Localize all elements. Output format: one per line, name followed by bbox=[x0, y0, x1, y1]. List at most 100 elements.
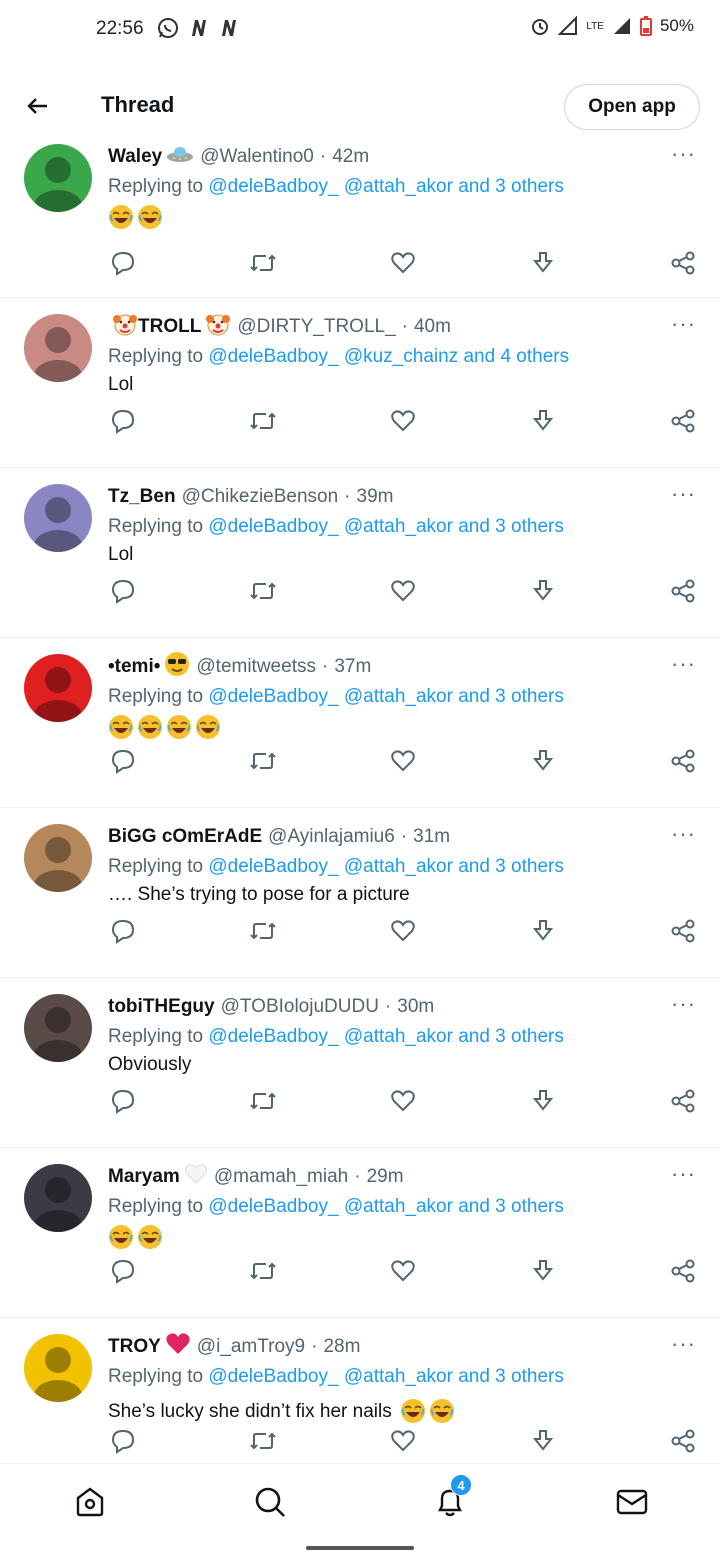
mention-link[interactable]: @deleBadboy_ bbox=[208, 516, 338, 537]
user-handle[interactable]: @DIRTY_TROLL_ bbox=[237, 316, 395, 338]
like-icon[interactable] bbox=[388, 576, 418, 606]
others-link[interactable]: and 3 others bbox=[458, 1366, 564, 1387]
reply-icon[interactable] bbox=[108, 406, 138, 436]
more-options-icon[interactable]: ··· bbox=[671, 823, 696, 845]
user-handle[interactable]: @temitweetss bbox=[196, 656, 316, 678]
retweet-icon[interactable] bbox=[248, 746, 278, 776]
others-link[interactable]: and 3 others bbox=[458, 856, 564, 877]
reply-icon[interactable] bbox=[108, 916, 138, 946]
download-icon[interactable] bbox=[528, 406, 558, 436]
retweet-icon[interactable] bbox=[248, 1256, 278, 1286]
avatar[interactable] bbox=[24, 314, 92, 382]
mention-link[interactable]: @deleBadboy_ bbox=[208, 176, 338, 197]
avatar[interactable] bbox=[24, 144, 92, 212]
mention-link[interactable]: @deleBadboy_ bbox=[208, 856, 338, 877]
display-name[interactable]: TROY bbox=[108, 1336, 161, 1358]
like-icon[interactable] bbox=[388, 248, 418, 278]
share-icon[interactable] bbox=[668, 576, 698, 606]
more-options-icon[interactable]: ··· bbox=[671, 993, 696, 1015]
back-arrow-icon[interactable] bbox=[18, 86, 58, 126]
others-link[interactable]: and 3 others bbox=[458, 516, 564, 537]
display-name[interactable]: TROLL bbox=[138, 316, 201, 338]
gesture-navigation-bar[interactable] bbox=[306, 1546, 414, 1550]
share-icon[interactable] bbox=[668, 916, 698, 946]
share-icon[interactable] bbox=[668, 248, 698, 278]
display-name[interactable]: tobiTHEguy bbox=[108, 996, 215, 1018]
avatar[interactable] bbox=[24, 994, 92, 1062]
like-icon[interactable] bbox=[388, 406, 418, 436]
user-handle[interactable]: @TOBIolojuDUDU bbox=[221, 996, 379, 1018]
tweet-reply[interactable]: Tz_Ben @ChikezieBenson · 39m ··· Replying to … bbox=[0, 468, 720, 638]
reply-icon[interactable] bbox=[108, 576, 138, 606]
user-handle[interactable]: @ChikezieBenson bbox=[182, 486, 339, 508]
retweet-icon[interactable] bbox=[248, 1086, 278, 1116]
download-icon[interactable] bbox=[528, 576, 558, 606]
notifications-icon[interactable]: 4 bbox=[430, 1474, 472, 1522]
like-icon[interactable] bbox=[388, 1086, 418, 1116]
download-icon[interactable] bbox=[528, 1086, 558, 1116]
reply-icon[interactable] bbox=[108, 1086, 138, 1116]
tweet-reply[interactable]: tobiTHEguy @TOBIolojuDUDU · 30m ··· Replying … bbox=[0, 978, 720, 1148]
mention-link[interactable]: @deleBadboy_ bbox=[208, 686, 338, 707]
open-app-button[interactable]: Open app bbox=[564, 84, 700, 130]
like-icon[interactable] bbox=[388, 1256, 418, 1286]
more-options-icon[interactable]: ··· bbox=[671, 143, 696, 165]
download-icon[interactable] bbox=[528, 916, 558, 946]
more-options-icon[interactable]: ··· bbox=[671, 313, 696, 335]
home-icon[interactable] bbox=[70, 1482, 110, 1522]
share-icon[interactable] bbox=[668, 1256, 698, 1286]
share-icon[interactable] bbox=[668, 746, 698, 776]
mention-link[interactable]: @attah_akor bbox=[344, 176, 453, 197]
share-icon[interactable] bbox=[668, 1086, 698, 1116]
download-icon[interactable] bbox=[528, 746, 558, 776]
tweet-reply[interactable]: TROY @i_amTroy9 · 28m ··· Replying to @deleBa… bbox=[0, 1318, 720, 1463]
retweet-icon[interactable] bbox=[248, 1426, 278, 1456]
more-options-icon[interactable]: ··· bbox=[671, 653, 696, 675]
download-icon[interactable] bbox=[528, 248, 558, 278]
user-handle[interactable]: @mamah_miah bbox=[214, 1166, 348, 1188]
display-name[interactable]: BiGG cOmErAdE bbox=[108, 826, 262, 848]
avatar[interactable] bbox=[24, 654, 92, 722]
tweet-reply[interactable]: •temi• @temitweetss · 37m ··· Replying to @de… bbox=[0, 638, 720, 808]
reply-icon[interactable] bbox=[108, 1256, 138, 1286]
display-name[interactable]: Tz_Ben bbox=[108, 486, 176, 508]
mention-link[interactable]: @deleBadboy_ bbox=[208, 346, 338, 367]
display-name[interactable]: Waley bbox=[108, 146, 162, 168]
tweet-reply[interactable]: TROLL @DIRTY_TROLL_ · 40m ··· Replying to @de… bbox=[0, 298, 720, 468]
others-link[interactable]: and 4 others bbox=[463, 346, 569, 367]
mention-link[interactable]: @deleBadboy_ bbox=[208, 1196, 338, 1217]
tweet-reply[interactable]: Maryam @mamah_miah · 29m ··· Replying to @del… bbox=[0, 1148, 720, 1318]
share-icon[interactable] bbox=[668, 406, 698, 436]
retweet-icon[interactable] bbox=[248, 248, 278, 278]
messages-icon[interactable] bbox=[612, 1482, 652, 1522]
mention-link[interactable]: @attah_akor bbox=[344, 856, 453, 877]
reply-icon[interactable] bbox=[108, 746, 138, 776]
user-handle[interactable]: @Walentino0 bbox=[200, 146, 314, 168]
mention-link[interactable]: @deleBadboy_ bbox=[208, 1366, 338, 1387]
like-icon[interactable] bbox=[388, 746, 418, 776]
mention-link[interactable]: @deleBadboy_ bbox=[208, 1026, 338, 1047]
search-icon[interactable] bbox=[250, 1482, 290, 1522]
tweet-reply[interactable]: BiGG cOmErAdE @Ayinlajamiu6 · 31m ··· Replyin… bbox=[0, 808, 720, 978]
mention-link[interactable]: @kuz_chainz bbox=[344, 346, 458, 367]
others-link[interactable]: and 3 others bbox=[458, 176, 564, 197]
user-handle[interactable]: @i_amTroy9 bbox=[197, 1336, 305, 1358]
avatar[interactable] bbox=[24, 824, 92, 892]
share-icon[interactable] bbox=[668, 1426, 698, 1456]
display-name[interactable]: •temi• bbox=[108, 656, 160, 678]
more-options-icon[interactable]: ··· bbox=[671, 1333, 696, 1355]
retweet-icon[interactable] bbox=[248, 916, 278, 946]
mention-link[interactable]: @attah_akor bbox=[344, 1026, 453, 1047]
like-icon[interactable] bbox=[388, 916, 418, 946]
display-name[interactable]: Maryam bbox=[108, 1166, 180, 1188]
retweet-icon[interactable] bbox=[248, 406, 278, 436]
download-icon[interactable] bbox=[528, 1426, 558, 1456]
more-options-icon[interactable]: ··· bbox=[671, 483, 696, 505]
avatar[interactable] bbox=[24, 1164, 92, 1232]
others-link[interactable]: and 3 others bbox=[458, 686, 564, 707]
reply-icon[interactable] bbox=[108, 1426, 138, 1456]
mention-link[interactable]: @attah_akor bbox=[344, 1366, 453, 1387]
others-link[interactable]: and 3 others bbox=[458, 1026, 564, 1047]
avatar[interactable] bbox=[24, 1334, 92, 1402]
more-options-icon[interactable]: ··· bbox=[671, 1163, 696, 1185]
